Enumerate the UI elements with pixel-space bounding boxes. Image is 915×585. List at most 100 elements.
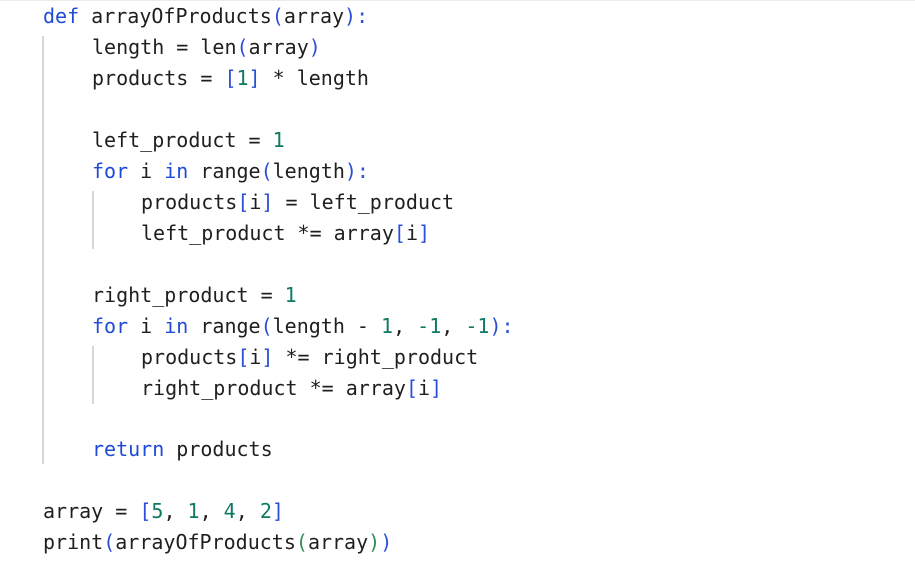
code-token: ): [308, 35, 321, 59]
code-token: def: [43, 4, 80, 28]
code-token: 1: [381, 314, 394, 338]
code-token: *= right_product: [273, 345, 479, 369]
code-token: length: [92, 35, 165, 59]
code-token: =: [248, 283, 285, 307]
code-token: i: [417, 376, 431, 400]
code-token: ,: [199, 499, 224, 523]
code-token: in: [164, 159, 189, 183]
code-token: [: [139, 499, 152, 523]
code-line: array = [5, 1, 4, 2]: [43, 496, 284, 527]
code-token: * length: [260, 66, 369, 90]
code-line: for i in range(length - 1, -1, -1):: [92, 311, 514, 342]
code-token: ,: [235, 499, 260, 523]
code-token: [: [237, 345, 250, 369]
code-token: array: [248, 35, 309, 59]
indent-guide-second-loop: [92, 346, 94, 404]
code-token: -1: [465, 314, 490, 338]
code-token: length -: [272, 314, 382, 338]
code-token: array: [333, 221, 394, 245]
code-token: [: [224, 66, 237, 90]
code-line: products = [1] * length: [92, 63, 369, 94]
code-token: [: [405, 376, 418, 400]
code-token: products: [164, 437, 273, 461]
code-line: products[i] = left_product: [141, 187, 454, 218]
code-line: left_product *= array[i]: [141, 218, 430, 249]
code-line: products[i] *= right_product: [141, 342, 478, 373]
code-token: ):: [344, 4, 369, 28]
code-token: =: [164, 35, 201, 59]
code-token: i: [128, 314, 165, 338]
code-token: (: [236, 35, 249, 59]
code-token: ,: [441, 314, 466, 338]
code-token: left_product: [92, 128, 237, 152]
code-token: 1: [236, 66, 249, 90]
code-token: ]: [248, 66, 261, 90]
code-line: left_product = 1: [92, 125, 285, 156]
code-token: array: [345, 376, 406, 400]
code-token: left_product: [141, 221, 286, 245]
code-token: 1: [187, 499, 200, 523]
code-token: i: [249, 190, 262, 214]
code-token: array: [283, 4, 345, 28]
code-token: products: [141, 345, 238, 369]
code-token: ]: [417, 221, 431, 245]
code-token: products: [92, 66, 189, 90]
code-token: for: [92, 314, 129, 338]
code-token: arrayOfProducts: [79, 4, 272, 28]
code-line: for i in range(length):: [92, 156, 369, 187]
code-token: right_product: [92, 283, 249, 307]
code-token: i: [405, 221, 418, 245]
code-token: ]: [261, 345, 274, 369]
code-token: length: [272, 159, 345, 183]
code-token: 2: [259, 499, 272, 523]
code-token: (: [260, 314, 273, 338]
code-editor[interactable]: def arrayOfProducts(array): length = len(…: [0, 0, 915, 585]
code-token: i: [249, 345, 262, 369]
code-token: =: [236, 128, 273, 152]
code-token: =: [103, 499, 140, 523]
code-token: ]: [261, 190, 274, 214]
code-token: -1: [417, 314, 442, 338]
code-token: range: [188, 314, 261, 338]
code-token: range: [188, 159, 261, 183]
code-token: (: [260, 159, 273, 183]
code-token: 5: [151, 499, 164, 523]
code-token: for: [92, 159, 129, 183]
code-token: 1: [272, 128, 285, 152]
indent-guide-first-loop: [92, 191, 94, 249]
code-line: def arrayOfProducts(array):: [43, 1, 368, 32]
code-token: (: [271, 4, 284, 28]
code-token: (: [103, 530, 116, 554]
code-line: length = len(array): [92, 32, 321, 63]
code-token: 4: [223, 499, 236, 523]
code-token: ): [368, 530, 381, 554]
code-line: right_product = 1: [92, 280, 297, 311]
code-token: return: [92, 437, 165, 461]
code-token: [: [237, 190, 250, 214]
code-token: ]: [271, 499, 284, 523]
code-token: ):: [344, 159, 369, 183]
code-token: ]: [430, 376, 443, 400]
code-token: i: [128, 159, 165, 183]
code-token: =: [188, 66, 225, 90]
code-token: = left_product: [273, 190, 455, 214]
code-token: ):: [489, 314, 514, 338]
code-token: ): [380, 530, 393, 554]
code-token: arrayOfProducts: [115, 530, 296, 554]
code-token: 1: [284, 283, 297, 307]
code-line: print(arrayOfProducts(array)): [43, 527, 392, 558]
code-token: (: [295, 530, 308, 554]
code-token: ,: [393, 314, 418, 338]
code-token: *=: [297, 376, 346, 400]
indent-guide-function-body: [42, 36, 44, 464]
code-token: products: [141, 190, 238, 214]
code-token: [: [393, 221, 406, 245]
code-token: array: [43, 499, 104, 523]
code-token: print: [43, 530, 104, 554]
code-token: *=: [285, 221, 334, 245]
code-line: right_product *= array[i]: [141, 373, 442, 404]
code-token: ,: [163, 499, 188, 523]
code-line: return products: [92, 434, 273, 465]
code-token: right_product: [141, 376, 298, 400]
code-token: len: [200, 35, 237, 59]
